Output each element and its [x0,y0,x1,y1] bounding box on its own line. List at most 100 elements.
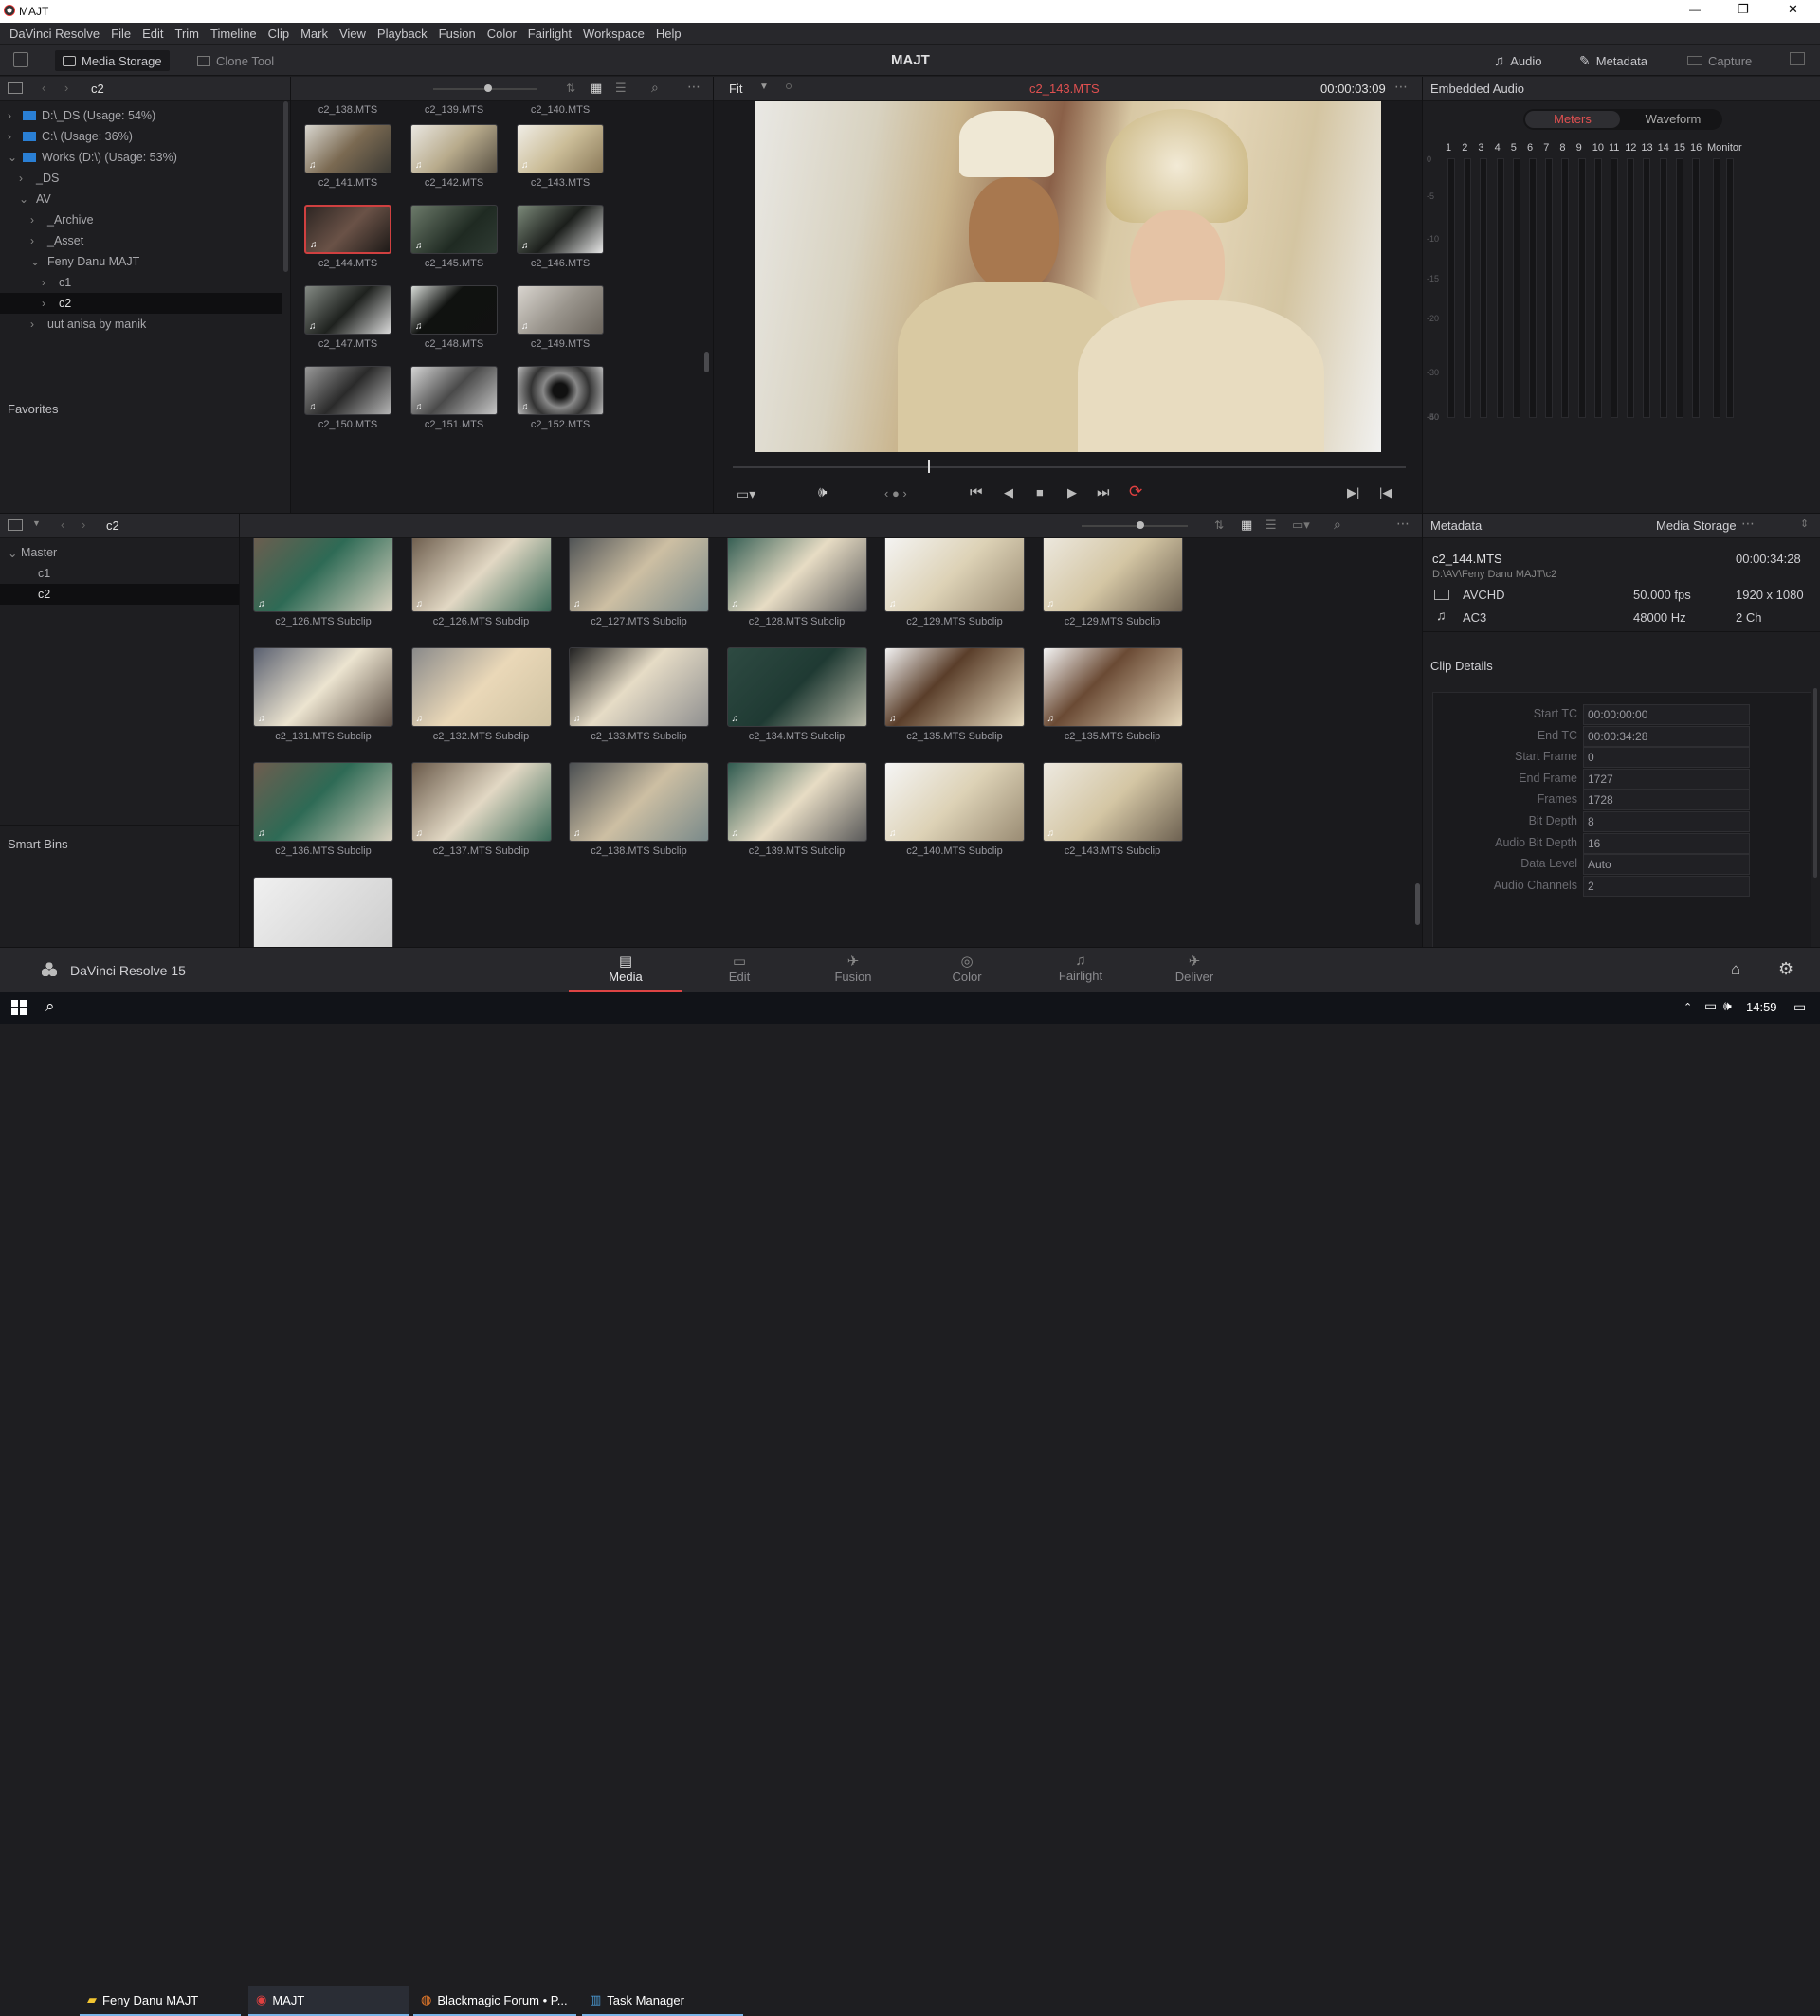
chevron-right-icon[interactable]: › [19,172,32,185]
search-icon[interactable]: ⌕ [651,80,659,96]
clip-thumbnail[interactable]: ♫ [410,647,552,727]
stop-icon[interactable]: ■ [1036,485,1044,499]
clip-thumbnail[interactable]: ♫ [1042,762,1183,842]
back-icon[interactable]: ‹ [61,518,64,532]
chevron-right-icon[interactable]: › [30,318,44,331]
clip-thumbnail[interactable]: ♫ [253,647,393,727]
chevron-right-icon[interactable]: › [42,297,55,310]
back-icon[interactable]: ‹ [42,81,46,95]
pool-thumb-slider[interactable] [1082,525,1188,527]
tree-item[interactable]: › _Asset [0,230,282,251]
pool-thumb-handle[interactable] [1137,521,1144,529]
monitor-icon[interactable] [1790,52,1805,65]
chevron-down-icon[interactable]: ▼ [32,518,41,528]
clip-thumbnail[interactable]: ♫ [569,762,709,842]
clone-tool-button[interactable]: Clone Tool [190,50,282,71]
tree-item[interactable]: › c1 [0,272,282,293]
sort-icon[interactable]: ⇅ [1214,518,1224,532]
minimize-button[interactable]: — [1689,3,1701,16]
menu-item[interactable]: Trim [170,27,206,41]
network-icon[interactable]: ▭ [1704,998,1717,1014]
clip-thumbnail[interactable]: ♫ [726,762,867,842]
play-reverse-icon[interactable]: ◀ [1004,485,1013,500]
menu-item[interactable]: DaVinci Resolve [4,27,105,41]
clip-thumbnail[interactable]: ♫ [253,538,393,612]
chevron-up-icon[interactable]: ⌃ [1684,1001,1692,1013]
field-value[interactable]: 1728 [1583,790,1750,811]
field-value[interactable]: 0 [1583,747,1750,769]
tree-item[interactable]: › _DS [0,168,282,189]
bin-item[interactable]: c2 [0,584,239,605]
taskbar-item[interactable]: ▥ Task Manager [582,1986,743,2016]
taskbar-item[interactable]: ◉ MAJT [248,1986,410,2016]
clip-thumbnail[interactable]: ♫ [569,647,709,727]
grid-scrollbar[interactable] [704,352,709,372]
menu-item[interactable]: Color [482,27,522,41]
list-view-icon[interactable]: ☰ [615,81,627,96]
menu-item[interactable]: Mark [295,27,334,41]
menu-item[interactable]: File [105,27,136,41]
forward-icon[interactable]: › [64,81,68,95]
field-value[interactable]: 8 [1583,811,1750,832]
clip-thumbnail[interactable]: ♫ [304,366,391,415]
clock[interactable]: 14:59 [1746,1000,1777,1014]
chevron-down-icon[interactable]: ⌄ [8,546,21,560]
clip-thumbnail[interactable]: ♫ [517,366,604,415]
playhead[interactable] [927,460,930,473]
clip-thumbnail[interactable]: ♫ [517,285,604,335]
chevron-right-icon[interactable]: › [30,213,44,227]
sidebar-toggle-icon[interactable] [8,82,23,94]
menu-item[interactable]: Workspace [577,27,650,41]
loop-icon[interactable]: ⟳ [1129,482,1142,501]
waveform-tab[interactable]: Waveform [1626,111,1720,128]
bin-toggle-icon[interactable] [8,519,23,531]
mark-out-icon[interactable]: ▶| [1347,485,1359,500]
menu-item[interactable]: Fusion [433,27,482,41]
forward-icon[interactable]: › [82,518,85,532]
notifications-icon[interactable]: ▭ [1793,999,1806,1015]
clip-thumbnail[interactable]: ♫ [884,647,1025,727]
chevron-right-icon[interactable]: › [42,276,55,289]
field-value[interactable]: 00:00:00:00 [1583,704,1750,725]
menu-item[interactable]: Clip [263,27,295,41]
field-value[interactable]: 16 [1583,832,1750,854]
clip-thumbnail[interactable]: ♫ [1042,538,1183,612]
clip-thumbnail[interactable]: ♫ [304,205,391,254]
tree-item[interactable]: ⌄ AV [0,189,282,209]
field-value[interactable]: 1727 [1583,768,1750,790]
maximize-button[interactable]: ❐ [1738,2,1749,17]
grid-view-icon[interactable]: ▦ [591,81,602,96]
clip-thumbnail[interactable]: ♫ [726,647,867,727]
clip-thumbnail[interactable]: ♫ [304,285,391,335]
tree-item[interactable]: ⌄ Works (D:\) (Usage: 53%) [0,147,282,168]
metadata-options-icon[interactable]: ⋯ [1741,516,1755,532]
clip-thumbnail[interactable]: ♫ [253,762,393,842]
menu-item[interactable]: Edit [136,27,169,41]
field-value[interactable]: Auto [1583,854,1750,876]
page-tab-fairlight[interactable]: ♫ Fairlight [1024,949,1138,992]
thumb-size-handle[interactable] [484,84,492,92]
clip-thumbnail[interactable]: ♫ [410,205,498,254]
metadata-scrollbar[interactable] [1813,688,1817,878]
tree-item[interactable]: › D:\_DS (Usage: 54%) [0,105,282,126]
chevron-down-icon[interactable]: ⌄ [19,192,32,206]
capture-button[interactable]: Capture [1680,50,1759,71]
clip-thumbnail[interactable]: ♫ [1042,647,1183,727]
taskbar-item[interactable]: ▰ Feny Danu MAJT [80,1986,241,2016]
tree-item[interactable]: › uut anisa by manik [0,314,282,335]
menu-item[interactable]: Playback [372,27,433,41]
windows-start-icon[interactable] [11,1000,27,1015]
mark-in-icon[interactable]: |◀ [1379,485,1392,500]
bin-item[interactable]: c1 [0,563,239,584]
more-options-icon[interactable]: ⋯ [687,79,701,95]
field-value[interactable]: 2 [1583,875,1750,897]
bin-item[interactable]: ⌄ Master [0,542,239,563]
home-icon[interactable]: ⌂ [1731,960,1740,979]
go-to-start-icon[interactable]: ⏮ [970,484,983,500]
tree-item[interactable]: › _Archive [0,209,282,230]
clip-thumbnail[interactable]: ♫ [569,538,709,612]
clip-thumbnail[interactable]: ♫ [726,538,867,612]
menu-item[interactable]: Help [650,27,687,41]
grid-view-icon[interactable]: ▦ [1241,518,1252,533]
viewer-options-icon[interactable]: ⋯ [1394,79,1408,95]
